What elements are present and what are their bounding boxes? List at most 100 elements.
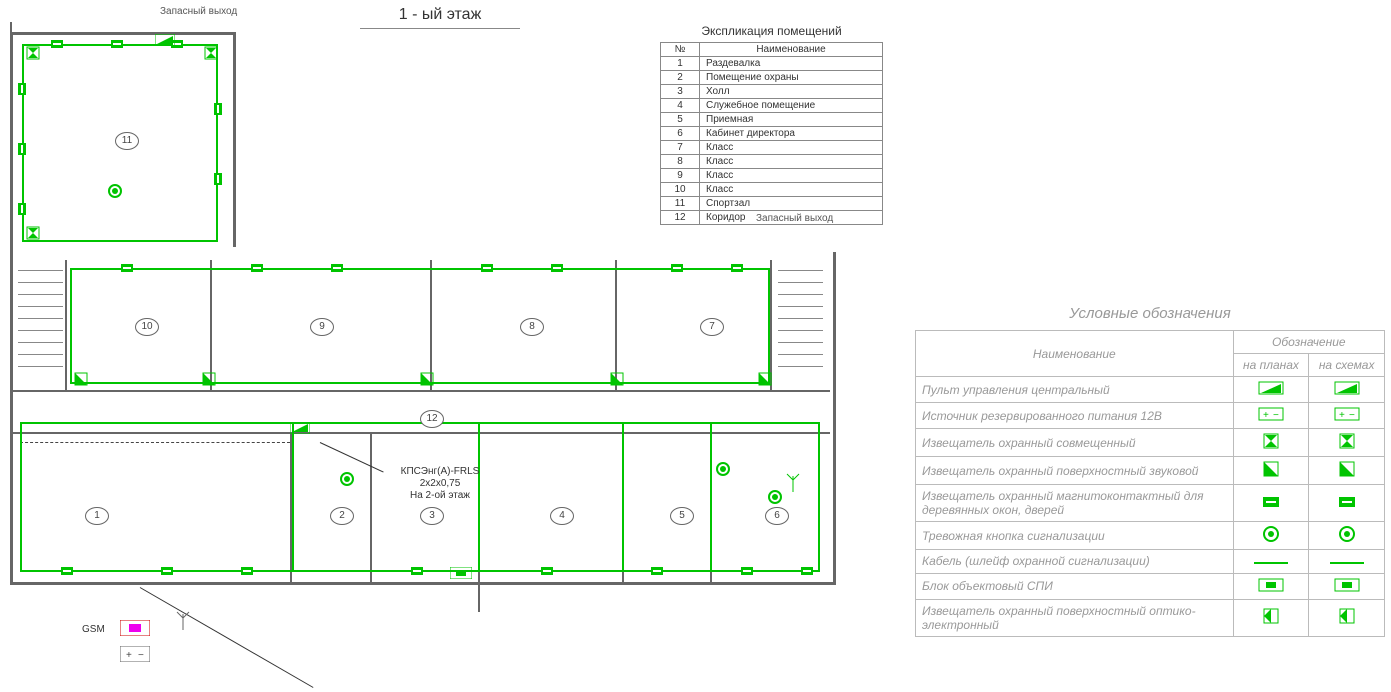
glass-icon <box>1233 457 1309 485</box>
panel-icon <box>1309 377 1385 403</box>
spi-icon <box>1233 573 1309 599</box>
legend-row: Извещатель охранный поверхностный звуков… <box>916 457 1385 485</box>
panel-icon <box>1233 377 1309 403</box>
room-tag: 2 <box>330 507 354 525</box>
magnet-icon <box>670 263 684 273</box>
magnet-icon <box>740 566 754 576</box>
svg-text:+: + <box>126 650 132 661</box>
magnet-icon <box>410 566 424 576</box>
magnet-icon <box>250 263 264 273</box>
legend-panel: Условные обозначения Наименование Обозна… <box>915 305 1385 637</box>
legend-name: Источник резервированного питания 12В <box>916 403 1234 429</box>
glass-icon <box>74 372 88 386</box>
room-tag: 3 <box>420 507 444 525</box>
glass-icon <box>420 372 434 386</box>
pir-icon <box>1233 599 1309 636</box>
legend-name: Извещатель охранный магнитоконтактный дл… <box>916 485 1234 522</box>
alarm-btn-icon <box>716 462 730 476</box>
legend-name: Тревожная кнопка сигнализации <box>916 522 1234 550</box>
alarm-btn-icon <box>1233 522 1309 550</box>
room-tag: 7 <box>700 318 724 336</box>
magnet-icon <box>650 566 664 576</box>
legend-title: Условные обозначения <box>915 305 1385 322</box>
legend-name: Блок объектовый СПИ <box>916 573 1234 599</box>
combined-icon <box>26 46 40 60</box>
legend-row: Блок объектовый СПИ <box>916 573 1385 599</box>
combined-icon <box>204 46 218 60</box>
magnet-icon <box>17 82 27 96</box>
room-tag: 11 <box>115 132 139 150</box>
antenna-icon <box>175 610 191 630</box>
legend-name: Пульт управления центральный <box>916 377 1234 403</box>
cable-icon <box>1309 550 1385 574</box>
cable-note: КПСЭнг(А)-FRLS 2х2х0,75На 2-ой этаж <box>380 466 500 502</box>
legend-head-name: Наименование <box>916 331 1234 377</box>
room-tag: 1 <box>85 507 109 525</box>
svg-text:−: − <box>138 650 144 661</box>
room-tag: 12 <box>420 410 444 428</box>
room-tag: 4 <box>550 507 574 525</box>
svg-text:+: + <box>1339 410 1345 421</box>
room-tag: 5 <box>670 507 694 525</box>
combined-icon <box>26 226 40 240</box>
legend-row: Источник резервированного питания 12В+−+… <box>916 403 1385 429</box>
legend-name: Извещатель охранный совмещенный <box>916 429 1234 457</box>
room-tag: 9 <box>310 318 334 336</box>
gsm-label: GSM <box>82 624 105 635</box>
antenna-icon <box>785 472 801 492</box>
legend-row: Пульт управления центральный <box>916 377 1385 403</box>
magnet-icon <box>1233 485 1309 522</box>
magnet-icon <box>213 172 223 186</box>
glass-icon <box>610 372 624 386</box>
legend-row: Извещатель охранный поверхностный оптико… <box>916 599 1385 636</box>
glass-icon <box>758 372 772 386</box>
room-tag: 8 <box>520 318 544 336</box>
legend-row: Кабель (шлейф охранной сигнализации) <box>916 550 1385 574</box>
ups-icon: +− <box>1233 403 1309 429</box>
legend-name: Кабель (шлейф охранной сигнализации) <box>916 550 1234 574</box>
magnet-icon <box>730 263 744 273</box>
legend-head-plan: на планах <box>1233 354 1309 377</box>
spi-icon <box>1309 573 1385 599</box>
magnet-icon <box>480 263 494 273</box>
magnet-icon <box>213 102 223 116</box>
glass-icon <box>202 372 216 386</box>
panel-icon <box>155 34 175 46</box>
magnet-icon <box>1309 485 1385 522</box>
combined-icon <box>1233 429 1309 457</box>
floor-plan: КПСЭнг(А)-FRLS 2х2х0,75На 2-ой этаж GSM … <box>10 22 840 662</box>
svg-text:+: + <box>1263 410 1269 421</box>
legend-head-scheme: на схемах <box>1309 354 1385 377</box>
alarm-btn-icon <box>1309 522 1385 550</box>
magnet-icon <box>50 39 64 49</box>
legend-row: Тревожная кнопка сигнализации <box>916 522 1385 550</box>
legend-head-sym: Обозначение <box>1233 331 1384 354</box>
room-tag: 6 <box>765 507 789 525</box>
ups-icon: +− <box>120 646 150 662</box>
spi-icon <box>450 567 472 579</box>
spi-icon <box>120 620 150 636</box>
alarm-btn-icon <box>108 184 122 198</box>
legend-row: Извещатель охранный магнитоконтактный дл… <box>916 485 1385 522</box>
combined-icon <box>1309 429 1385 457</box>
pir-icon <box>1309 599 1385 636</box>
magnet-icon <box>60 566 74 576</box>
alarm-btn-icon <box>340 472 354 486</box>
panel-icon <box>290 422 310 434</box>
magnet-icon <box>800 566 814 576</box>
magnet-icon <box>550 263 564 273</box>
glass-icon <box>1309 457 1385 485</box>
magnet-icon <box>330 263 344 273</box>
cable-icon <box>1233 550 1309 574</box>
magnet-icon <box>540 566 554 576</box>
legend-name: Извещатель охранный поверхностный оптико… <box>916 599 1234 636</box>
room-tag: 10 <box>135 318 159 336</box>
magnet-icon <box>17 142 27 156</box>
magnet-icon <box>110 39 124 49</box>
magnet-icon <box>240 566 254 576</box>
magnet-icon <box>17 202 27 216</box>
exit-label-left: Запасный выход <box>160 6 237 17</box>
svg-text:−: − <box>1273 410 1279 421</box>
legend-row: Извещатель охранный совмещенный <box>916 429 1385 457</box>
ups-icon: +− <box>1309 403 1385 429</box>
